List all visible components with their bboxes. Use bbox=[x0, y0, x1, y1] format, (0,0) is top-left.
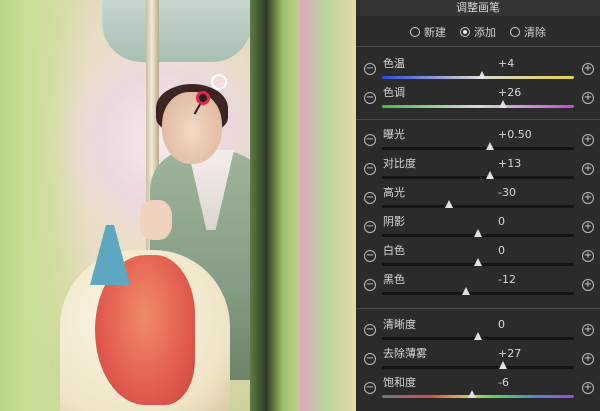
slider-value[interactable]: -6 bbox=[498, 376, 542, 390]
slider-row: − 色温 +4 + bbox=[356, 57, 600, 87]
minus-circle-icon[interactable]: − bbox=[364, 279, 376, 291]
radio-selected-icon[interactable] bbox=[460, 27, 470, 37]
slider-track[interactable] bbox=[382, 176, 574, 179]
slider-label: 曝光 bbox=[383, 128, 405, 141]
slider-label: 清晰度 bbox=[383, 318, 416, 331]
slider-thumb[interactable] bbox=[445, 200, 454, 208]
foreground-blur bbox=[300, 0, 356, 411]
mode-selector: 新建 添加 清除 bbox=[356, 22, 600, 42]
slider-thumb[interactable] bbox=[477, 71, 486, 79]
mode-label: 新建 bbox=[424, 26, 446, 39]
brush-size-ring[interactable] bbox=[211, 74, 227, 90]
slider-row: − 曝光 +0.50 + bbox=[356, 128, 600, 158]
plus-circle-icon[interactable]: + bbox=[582, 163, 594, 175]
brush-pin-icon[interactable] bbox=[196, 91, 210, 105]
minus-circle-icon[interactable]: − bbox=[364, 353, 376, 365]
slider-track[interactable] bbox=[382, 147, 574, 150]
slider-label: 白色 bbox=[383, 244, 405, 257]
foreground-pole bbox=[250, 0, 305, 411]
plus-circle-icon[interactable]: + bbox=[582, 63, 594, 75]
slider-value[interactable]: +27 bbox=[498, 347, 542, 361]
slider-row: − 清晰度 0 + bbox=[356, 318, 600, 348]
radio-icon[interactable] bbox=[410, 27, 420, 37]
slider-row: − 饱和度 -6 + bbox=[356, 376, 600, 406]
slider-track[interactable] bbox=[382, 292, 574, 295]
photo-canvas[interactable] bbox=[0, 0, 356, 411]
divider bbox=[356, 119, 600, 120]
plus-circle-icon[interactable]: + bbox=[582, 324, 594, 336]
minus-circle-icon[interactable]: − bbox=[364, 92, 376, 104]
adjustment-brush-panel: 调整画笔 新建 添加 清除 − 色温 +4 + − 色调 +26 + − 曝光 +0.50 + − 对比度… bbox=[356, 0, 600, 411]
slider-row: − 高光 -30 + bbox=[356, 186, 600, 216]
plus-circle-icon[interactable]: + bbox=[582, 382, 594, 394]
plus-circle-icon[interactable]: + bbox=[582, 221, 594, 233]
slider-thumb[interactable] bbox=[485, 171, 494, 179]
plus-circle-icon[interactable]: + bbox=[582, 250, 594, 262]
slider-row: − 白色 0 + bbox=[356, 244, 600, 274]
slider-label: 高光 bbox=[383, 186, 405, 199]
plus-circle-icon[interactable]: + bbox=[582, 353, 594, 365]
slider-row: − 去除薄雾 +27 + bbox=[356, 347, 600, 377]
mode-clear[interactable]: 清除 bbox=[510, 22, 546, 42]
slider-label: 饱和度 bbox=[383, 376, 416, 389]
slider-track[interactable] bbox=[382, 366, 574, 369]
slider-value[interactable]: -30 bbox=[498, 186, 542, 200]
slider-value[interactable]: 0 bbox=[498, 244, 542, 258]
slider-thumb[interactable] bbox=[474, 258, 482, 266]
minus-circle-icon[interactable]: − bbox=[364, 63, 376, 75]
slider-label: 阴影 bbox=[383, 215, 405, 228]
slider-value[interactable]: +13 bbox=[498, 157, 542, 171]
slider-label: 色调 bbox=[383, 86, 405, 99]
divider bbox=[356, 308, 600, 309]
slider-row: − 对比度 +13 + bbox=[356, 157, 600, 187]
minus-circle-icon[interactable]: − bbox=[364, 250, 376, 262]
person-face bbox=[162, 92, 222, 164]
slider-thumb[interactable] bbox=[498, 361, 507, 369]
slider-label: 对比度 bbox=[383, 157, 416, 170]
plus-circle-icon[interactable]: + bbox=[582, 192, 594, 204]
carousel-canopy bbox=[102, 0, 252, 62]
slider-thumb[interactable] bbox=[498, 100, 507, 108]
minus-circle-icon[interactable]: − bbox=[364, 163, 376, 175]
slider-thumb[interactable] bbox=[468, 390, 477, 398]
slider-thumb[interactable] bbox=[462, 287, 471, 295]
mode-label: 添加 bbox=[474, 26, 496, 39]
minus-circle-icon[interactable]: − bbox=[364, 221, 376, 233]
slider-value[interactable]: +4 bbox=[498, 57, 542, 71]
slider-label: 去除薄雾 bbox=[383, 347, 427, 360]
slider-track[interactable] bbox=[382, 395, 574, 398]
slider-row: − 阴影 0 + bbox=[356, 215, 600, 245]
plus-circle-icon[interactable]: + bbox=[582, 279, 594, 291]
radio-icon[interactable] bbox=[510, 27, 520, 37]
minus-circle-icon[interactable]: − bbox=[364, 382, 376, 394]
slider-value[interactable]: +0.50 bbox=[498, 128, 542, 142]
minus-circle-icon[interactable]: − bbox=[364, 324, 376, 336]
plus-circle-icon[interactable]: + bbox=[582, 134, 594, 146]
slider-label: 色温 bbox=[383, 57, 405, 70]
slider-thumb[interactable] bbox=[474, 229, 482, 237]
person-hand bbox=[140, 200, 172, 240]
mode-new[interactable]: 新建 bbox=[410, 22, 446, 42]
slider-value[interactable]: 0 bbox=[498, 318, 542, 332]
slider-label: 黑色 bbox=[383, 273, 405, 286]
slider-track[interactable] bbox=[382, 205, 574, 208]
plus-circle-icon[interactable]: + bbox=[582, 92, 594, 104]
divider bbox=[356, 46, 600, 47]
slider-row: − 黑色 -12 + bbox=[356, 273, 600, 303]
panel-title: 调整画笔 bbox=[356, 0, 600, 16]
mode-add[interactable]: 添加 bbox=[460, 22, 496, 42]
slider-track[interactable] bbox=[382, 105, 574, 108]
minus-circle-icon[interactable]: − bbox=[364, 134, 376, 146]
slider-value[interactable]: +26 bbox=[498, 86, 542, 100]
slider-row: − 色调 +26 + bbox=[356, 86, 600, 116]
slider-value[interactable]: 0 bbox=[498, 215, 542, 229]
slider-value[interactable]: -12 bbox=[498, 273, 542, 287]
slider-thumb[interactable] bbox=[474, 332, 482, 340]
slider-thumb[interactable] bbox=[485, 142, 494, 150]
minus-circle-icon[interactable]: − bbox=[364, 192, 376, 204]
mode-label: 清除 bbox=[524, 26, 546, 39]
